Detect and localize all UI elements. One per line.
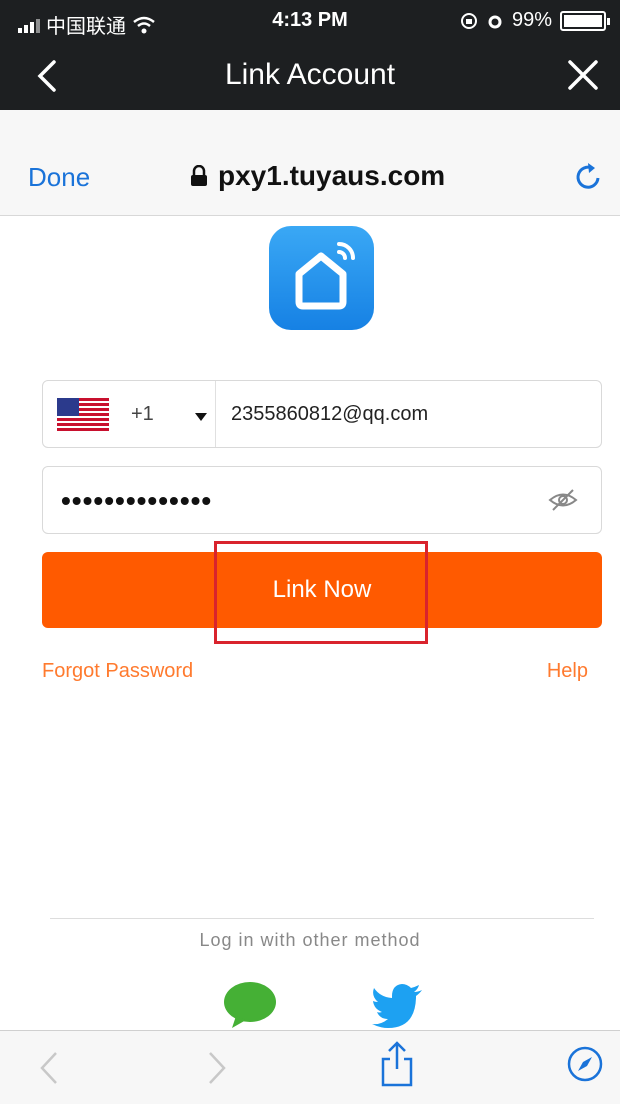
field-divider: [215, 381, 216, 447]
done-button[interactable]: Done: [28, 162, 90, 193]
password-input[interactable]: ••••••••••••••: [61, 485, 212, 517]
other-login-label: Log in with other method: [199, 930, 421, 950]
battery-icon: [560, 10, 610, 31]
password-field: ••••••••••••••: [42, 466, 602, 534]
wechat-icon[interactable]: [222, 980, 278, 1030]
page-title: Link Account: [224, 58, 396, 91]
status-bar: 中国联通 4:13 PM 99%: [0, 0, 620, 42]
reload-icon[interactable]: [574, 160, 604, 192]
divider-line: [50, 918, 594, 919]
url-display[interactable]: pxy1.tuyaus.com: [190, 160, 445, 192]
battery-percent: 99%: [511, 9, 552, 31]
status-right: 99%: [460, 9, 610, 32]
browser-toolbar: [0, 1030, 620, 1104]
lock-icon: [191, 165, 207, 186]
nav-bar: Link Account: [0, 42, 620, 110]
alarm-icon: [488, 15, 502, 28]
link-now-button[interactable]: Link Now: [42, 552, 602, 628]
share-icon[interactable]: [380, 1041, 414, 1087]
browser-bar: Done pxy1.tuyaus.com: [0, 110, 620, 216]
back-arrow-icon[interactable]: [38, 1049, 60, 1087]
rotation-lock-icon: [460, 12, 477, 29]
help-link[interactable]: Help: [547, 660, 588, 683]
smart-home-app-icon: [269, 226, 374, 330]
forgot-password-link[interactable]: Forgot Password: [42, 660, 193, 683]
account-field: +1 2355860812@qq.com: [42, 380, 602, 448]
url-text: pxy1.tuyaus.com: [218, 160, 446, 191]
chevron-down-icon[interactable]: [195, 413, 207, 421]
account-input[interactable]: 2355860812@qq.com: [231, 403, 428, 426]
country-code[interactable]: +1: [131, 403, 154, 426]
compass-icon[interactable]: [566, 1045, 604, 1083]
eye-hidden-icon[interactable]: [547, 487, 579, 513]
us-flag-icon[interactable]: [57, 398, 109, 431]
close-icon[interactable]: [566, 58, 600, 92]
forward-arrow-icon[interactable]: [206, 1049, 228, 1087]
twitter-icon[interactable]: [372, 984, 424, 1028]
